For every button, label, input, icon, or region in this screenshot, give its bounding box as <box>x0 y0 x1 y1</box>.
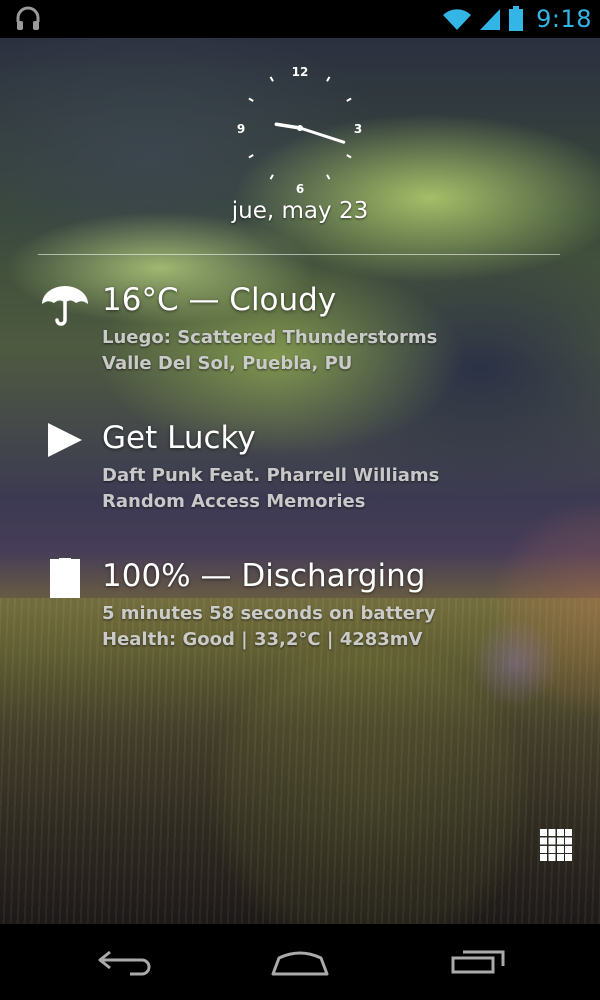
clock-number-6: 6 <box>296 182 304 194</box>
divider <box>38 254 560 255</box>
recent-apps-icon[interactable] <box>445 944 515 980</box>
status-time: 9:18 <box>536 5 592 33</box>
clock-tick <box>346 154 352 159</box>
clock-tick <box>326 76 331 82</box>
clock-tick <box>248 154 254 159</box>
signal-icon <box>480 9 501 30</box>
clock-number-9: 9 <box>237 122 245 136</box>
clock-number-12: 12 <box>292 65 309 79</box>
clock-tick <box>269 76 274 82</box>
battery-health: Health: Good | 33,2°C | 4283mV <box>102 629 423 650</box>
play-icon[interactable] <box>40 420 90 470</box>
battery-icon <box>509 6 524 31</box>
lens-flare <box>470 618 560 708</box>
track-album: Random Access Memories <box>102 491 366 512</box>
analog-clock[interactable]: 12 3 6 9 <box>234 62 366 194</box>
date-label[interactable]: jue, may 23 <box>0 198 600 224</box>
clock-tick <box>346 97 352 102</box>
clock-center <box>297 125 303 131</box>
clock-number-3: 3 <box>354 122 362 136</box>
apps-grid-icon[interactable] <box>540 829 572 861</box>
weather-location: Valle Del Sol, Puebla, PU <box>102 353 353 374</box>
status-bar: 9:18 <box>0 0 600 38</box>
minute-hand <box>298 126 346 144</box>
battery-title: 100% — Discharging <box>102 558 426 594</box>
track-artist: Daft Punk Feat. Pharrell Williams <box>102 465 440 486</box>
weather-title: 16°C — Cloudy <box>102 282 337 318</box>
track-title: Get Lucky <box>102 420 256 456</box>
weather-forecast: Luego: Scattered Thunderstorms <box>102 327 438 348</box>
home-icon[interactable] <box>265 944 335 980</box>
clock-tick <box>326 174 331 180</box>
battery-time: 5 minutes 58 seconds on battery <box>102 603 436 624</box>
battery-icon <box>50 558 80 598</box>
wifi-icon <box>443 9 472 30</box>
back-icon[interactable] <box>90 944 160 980</box>
umbrella-icon <box>42 286 88 326</box>
navigation-bar <box>0 924 600 1000</box>
hour-hand <box>274 122 302 130</box>
clock-tick <box>269 174 274 180</box>
headphones-icon <box>16 6 40 30</box>
clock-tick <box>248 97 254 102</box>
